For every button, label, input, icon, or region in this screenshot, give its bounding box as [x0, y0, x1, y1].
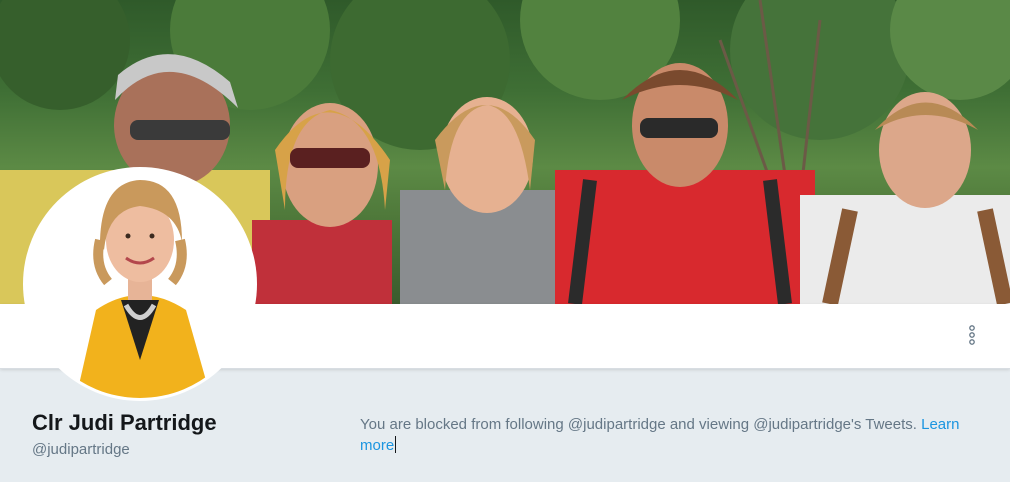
blocked-message-text: You are blocked from following @judipart…	[360, 416, 922, 433]
more-options-button[interactable]	[962, 324, 982, 350]
more-vertical-icon	[968, 324, 976, 350]
text-cursor	[395, 436, 397, 453]
avatar-photo	[26, 170, 254, 398]
profile-handle[interactable]: @judipartridge	[32, 441, 130, 458]
profile-name[interactable]: Clr Judi Partridge	[32, 410, 217, 436]
blocked-message: You are blocked from following @judipart…	[360, 414, 980, 456]
profile-avatar[interactable]	[26, 170, 254, 398]
